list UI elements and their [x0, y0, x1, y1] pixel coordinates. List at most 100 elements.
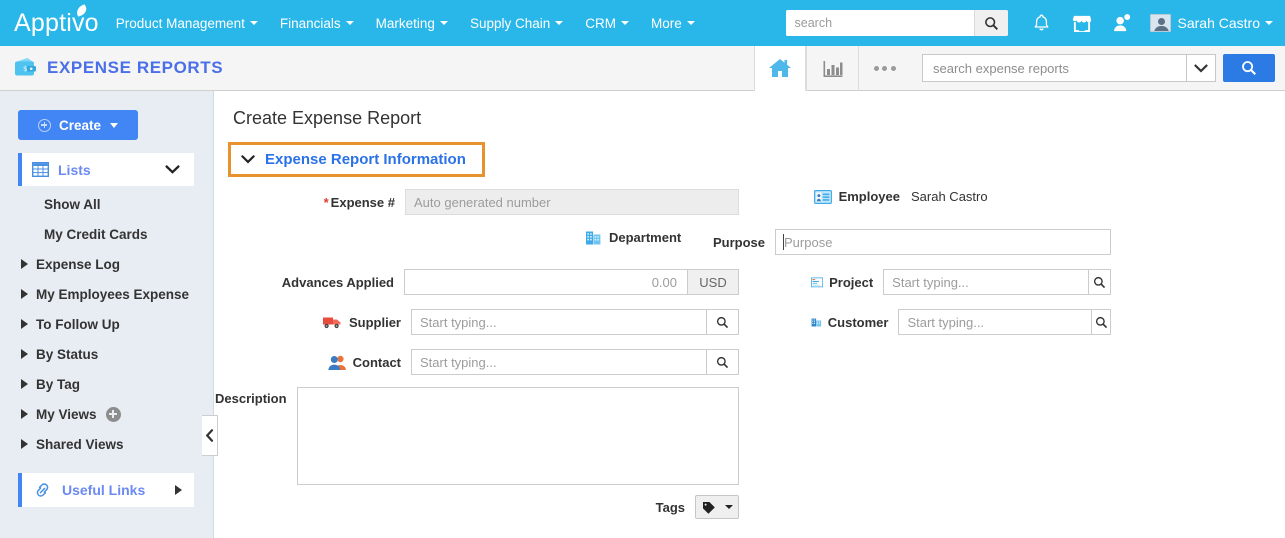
field-row-project: Project: [811, 269, 1111, 295]
global-search: [785, 10, 1008, 36]
search-icon: [716, 316, 729, 328]
sidebar-item-my-credit-cards[interactable]: My Credit Cards: [0, 219, 213, 249]
project-input[interactable]: [883, 269, 1090, 295]
purpose-input[interactable]: [775, 229, 1111, 255]
global-search-input[interactable]: [785, 10, 974, 36]
customer-building-icon: [811, 318, 822, 326]
notifications-button[interactable]: [1025, 0, 1059, 46]
chevron-down-icon: [249, 21, 258, 25]
app-search-submit-button[interactable]: [1223, 54, 1275, 82]
sidebar-item-show-all[interactable]: Show All: [0, 189, 213, 219]
nav-item-financials[interactable]: Financials: [269, 0, 365, 46]
section-header-expense-report-information[interactable]: Expense Report Information: [228, 142, 485, 177]
field-row-purpose: Purpose: [713, 229, 1111, 255]
chevron-down-icon: [555, 21, 564, 25]
field-row-employee: Employee Sarah Castro: [811, 189, 1111, 204]
nav-item-crm[interactable]: CRM: [574, 0, 640, 46]
field-row-description: Description: [215, 387, 739, 485]
chevron-down-icon: [1194, 63, 1208, 73]
app-search-input[interactable]: [922, 54, 1186, 82]
sidebar-item-label: My Employees Expense: [36, 286, 190, 302]
chevron-down-icon: [110, 122, 119, 128]
more-options-tab[interactable]: [858, 45, 910, 91]
customer-search-button[interactable]: [1092, 309, 1111, 335]
sidebar-item-expense-log[interactable]: Expense Log: [0, 249, 213, 279]
supplier-search-button[interactable]: [707, 309, 739, 335]
app-search-dropdown-button[interactable]: [1186, 54, 1216, 82]
nav-item-product-management[interactable]: Product Management: [105, 0, 269, 46]
required-asterisk: *: [323, 194, 329, 210]
text-cursor: [783, 234, 784, 250]
sidebar-item-to-follow-up[interactable]: To Follow Up: [0, 309, 213, 339]
sidebar-item-by-status[interactable]: By Status: [0, 339, 213, 369]
sidebar-useful-links-label: Useful Links: [62, 482, 146, 498]
nav-label: More: [651, 15, 682, 31]
tags-button[interactable]: [695, 495, 739, 519]
store-icon: [1072, 15, 1091, 32]
nav-item-supply-chain[interactable]: Supply Chain: [459, 0, 574, 46]
sidebar-item-shared-views[interactable]: Shared Views: [0, 429, 213, 459]
app-store-button[interactable]: [1065, 0, 1099, 46]
description-textarea[interactable]: [296, 387, 739, 485]
svg-text:$: $: [23, 65, 27, 73]
purpose-label: Purpose: [712, 234, 765, 250]
sidebar-item-label: My Views: [36, 406, 97, 422]
app-title-group: $ EXPENSE REPORTS: [0, 57, 223, 79]
contact-input[interactable]: [411, 349, 707, 375]
supplier-input[interactable]: [411, 309, 707, 335]
chevron-right-icon: [21, 349, 28, 359]
advances-applied-input[interactable]: [404, 269, 688, 295]
field-row-customer: Customer: [811, 309, 1111, 335]
expense-number-label: * Expense #: [323, 194, 395, 210]
add-user-icon: [1114, 14, 1131, 32]
link-icon: [36, 483, 49, 497]
sidebar-item-my-employees-expense[interactable]: My Employees Expense: [0, 279, 213, 309]
sidebar-section-useful-links[interactable]: Useful Links: [18, 473, 194, 507]
nav-item-marketing[interactable]: Marketing: [365, 0, 459, 46]
nav-label: Supply Chain: [469, 15, 551, 31]
chevron-right-icon: [175, 485, 182, 495]
apptivo-logo[interactable]: Apptivo: [0, 0, 105, 46]
field-row-advances-applied: Advances Applied USD: [215, 269, 739, 295]
global-search-button[interactable]: [973, 10, 1008, 36]
nav-item-more[interactable]: More: [640, 0, 706, 46]
main-menu: Product Management Financials Marketing …: [105, 0, 706, 46]
sidebar-section-lists[interactable]: Lists: [18, 153, 194, 186]
sidebar-collapse-button[interactable]: [202, 415, 218, 456]
search-icon: [716, 356, 729, 368]
sidebar-item-label: By Status: [36, 346, 99, 362]
currency-addon: USD: [688, 269, 739, 295]
section-title: Expense Report Information: [265, 151, 466, 168]
field-row-department: Department: [215, 229, 739, 246]
more-ellipsis-icon: [873, 65, 896, 71]
search-icon: [1242, 61, 1257, 76]
chevron-down-icon: [724, 505, 733, 509]
add-view-icon[interactable]: [105, 406, 121, 422]
expense-number-input[interactable]: [405, 189, 739, 215]
home-tab[interactable]: [754, 45, 806, 91]
top-nav-right-group: Sarah Castro: [785, 0, 1285, 46]
tag-icon: [702, 501, 715, 514]
create-button[interactable]: Create: [18, 110, 138, 140]
plus-circle-icon: [37, 118, 51, 132]
user-menu[interactable]: Sarah Castro: [1149, 14, 1273, 32]
building-icon: [586, 231, 601, 245]
customer-input[interactable]: [898, 309, 1093, 335]
search-icon: [984, 16, 998, 30]
app-header: $ EXPENSE REPORTS: [0, 45, 1285, 91]
project-search-button[interactable]: [1089, 269, 1111, 295]
nav-label: Product Management: [115, 15, 245, 31]
add-user-button[interactable]: [1105, 0, 1139, 46]
brand-text: Apptivo: [14, 9, 99, 37]
sidebar-item-label: My Credit Cards: [44, 226, 148, 242]
contact-search-button[interactable]: [707, 349, 739, 375]
employee-value: Sarah Castro: [911, 189, 988, 204]
reports-tab[interactable]: [806, 45, 858, 91]
sidebar-item-my-views[interactable]: My Views: [0, 399, 213, 429]
search-icon: [1094, 276, 1106, 288]
chevron-down-icon: [439, 21, 448, 25]
nav-label: Financials: [279, 15, 341, 31]
chevron-down-icon: [1265, 21, 1273, 25]
sidebar-item-by-tag[interactable]: By Tag: [0, 369, 213, 399]
user-name: Sarah Castro: [1177, 15, 1260, 31]
